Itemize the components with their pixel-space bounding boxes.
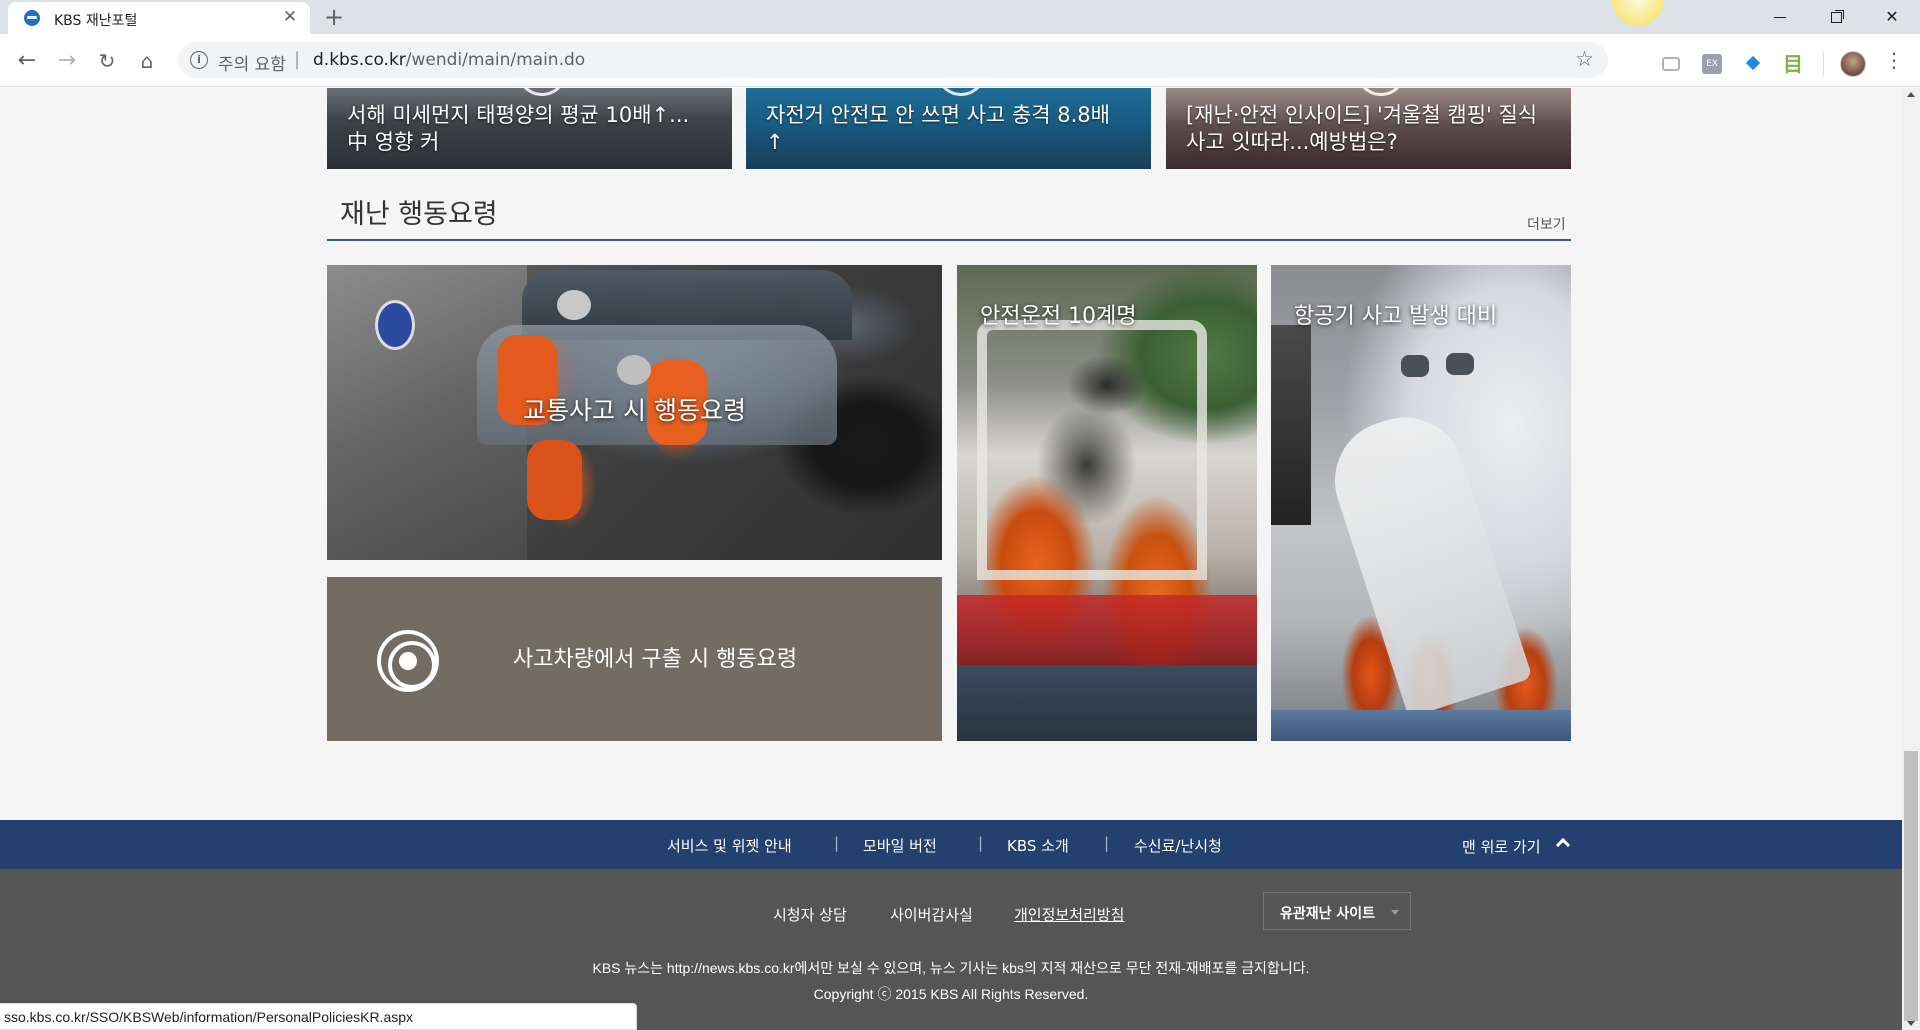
restore-button[interactable] bbox=[1808, 0, 1864, 34]
footer-link-about[interactable]: KBS 소개 bbox=[1007, 835, 1069, 856]
footer-nav: 서비스 및 위젯 안내 | 모바일 버전 | KBS 소개 | 수신료/난시청 … bbox=[0, 820, 1902, 869]
forward-icon[interactable]: → bbox=[52, 46, 82, 76]
tile-photo-water bbox=[1271, 710, 1571, 741]
footer-link-mobile[interactable]: 모바일 버전 bbox=[863, 835, 937, 856]
minimize-button[interactable] bbox=[1752, 0, 1808, 34]
tile-photo-helmet bbox=[617, 355, 651, 385]
tile-label: 항공기 사고 발생 대비 bbox=[1294, 304, 1498, 329]
toolbar-separator bbox=[1823, 52, 1824, 76]
kbs-favicon-icon bbox=[24, 10, 40, 26]
news-card[interactable]: 자전거 안전모 안 쓰면 사고 충격 8.8배 ↑ bbox=[746, 88, 1151, 169]
back-icon[interactable]: ← bbox=[12, 46, 42, 76]
section-divider bbox=[327, 239, 1571, 241]
footer-separator: | bbox=[834, 834, 840, 852]
tile-photo-ground bbox=[957, 665, 1257, 741]
url-text[interactable]: d.kbs.co.kr/wendi/main/main.do bbox=[313, 50, 585, 70]
link-status-bubble: sso.kbs.co.kr/SSO/KBSWeb/information/Per… bbox=[0, 1003, 637, 1030]
target-circle-icon bbox=[377, 630, 439, 692]
section-title: 재난 행동요령 bbox=[340, 199, 498, 230]
page-content: 서해 미세먼지 태평양의 평균 10배↑... 中 영향 커 자전거 안전모 안… bbox=[0, 88, 1902, 1030]
news-card[interactable]: [재난·안전 인사이드] '겨울철 캠핑' 질식사고 잇따라...예방법은? bbox=[1166, 88, 1571, 169]
news-card-title[interactable]: 자전거 안전모 안 쓰면 사고 충격 8.8배 ↑ bbox=[766, 102, 1133, 156]
extension-cast-icon[interactable] bbox=[1662, 57, 1680, 71]
scrollbar-thumb[interactable] bbox=[1904, 751, 1918, 1021]
browser-tab[interactable]: KBS 재난포털 ✕ bbox=[8, 2, 310, 34]
bookmark-star-icon[interactable]: ☆ bbox=[1575, 47, 1594, 71]
tile-vehicle-rescue[interactable]: 사고차량에서 구출 시 행동요령 bbox=[327, 577, 942, 741]
news-card-title[interactable]: [재난·안전 인사이드] '겨울철 캠핑' 질식사고 잇따라...예방법은? bbox=[1186, 102, 1553, 156]
tile-label: 안전운전 10계명 bbox=[980, 304, 1137, 329]
new-tab-button[interactable]: + bbox=[324, 3, 344, 31]
footer-link-audit[interactable]: 사이버감사실 bbox=[890, 904, 973, 925]
chevron-up-icon[interactable] bbox=[1555, 837, 1571, 853]
footer-separator: | bbox=[978, 834, 984, 852]
home-icon[interactable]: ⌂ bbox=[132, 46, 162, 76]
tile-label: 교통사고 시 행동요령 bbox=[523, 396, 746, 425]
footer-link-service[interactable]: 서비스 및 위젯 안내 bbox=[667, 835, 792, 856]
menu-icon[interactable]: ⋮ bbox=[1884, 48, 1904, 72]
tile-safe-driving[interactable]: 안전운전 10계명 bbox=[957, 265, 1257, 741]
tile-label: 사고차량에서 구출 시 행동요령 bbox=[513, 647, 798, 672]
chevron-down-icon bbox=[1391, 910, 1399, 915]
url-path: /wendi/main/main.do bbox=[405, 50, 586, 70]
tile-photo-bus bbox=[957, 595, 1257, 665]
news-card[interactable]: 서해 미세먼지 태평양의 평균 10배↑... 中 영향 커 bbox=[327, 88, 732, 169]
footer-link-privacy[interactable]: 개인정보처리방침 bbox=[1014, 904, 1124, 925]
reload-icon[interactable]: ↻ bbox=[92, 46, 122, 76]
tile-photo-sign bbox=[375, 300, 415, 350]
tile-photo-helmet bbox=[557, 290, 591, 320]
browser-toolbar: ← → ↻ ⌂ i 주의 요함 | d.kbs.co.kr/wendi/main… bbox=[0, 34, 1920, 87]
close-tab-icon[interactable]: ✕ bbox=[280, 7, 300, 27]
tile-photo-aircraft-window bbox=[1446, 353, 1474, 375]
omnibox-separator: | bbox=[294, 49, 301, 70]
page-scrollbar[interactable] bbox=[1902, 88, 1920, 1030]
news-card-title[interactable]: 서해 미세먼지 태평양의 평균 10배↑... 中 영향 커 bbox=[347, 102, 714, 156]
tile-photo-aircraft-window bbox=[1401, 355, 1429, 377]
related-sites-select[interactable]: 유관재난 사이트 bbox=[1263, 892, 1411, 930]
footer-separator: | bbox=[1104, 834, 1110, 852]
tile-photo-aircraft-door bbox=[1271, 325, 1311, 525]
tab-title: KBS 재난포털 bbox=[54, 13, 138, 29]
extension-ladder-icon[interactable]: 目 bbox=[1783, 54, 1803, 74]
extension-ex-icon[interactable]: EX bbox=[1702, 54, 1722, 74]
tile-aircraft-accident[interactable]: 항공기 사고 발생 대비 bbox=[1271, 265, 1571, 741]
status-url: sso.kbs.co.kr/SSO/KBSWeb/information/Per… bbox=[4, 1009, 414, 1025]
browser-tab-bar: KBS 재난포털 ✕ + ✕ bbox=[0, 0, 1920, 34]
address-bar[interactable]: i 주의 요함 | d.kbs.co.kr/wendi/main/main.do… bbox=[178, 42, 1608, 78]
related-sites-label: 유관재난 사이트 bbox=[1280, 906, 1376, 922]
footer-link-viewer[interactable]: 시청자 상담 bbox=[773, 904, 847, 925]
scroll-down-arrow-icon[interactable] bbox=[1907, 1021, 1915, 1026]
more-link[interactable]: 더보기 bbox=[1527, 214, 1566, 234]
sun-decoration bbox=[1612, 0, 1664, 26]
footer-link-fee[interactable]: 수신료/난시청 bbox=[1134, 835, 1222, 856]
close-window-button[interactable]: ✕ bbox=[1864, 0, 1920, 34]
tile-traffic-accident[interactable]: 교통사고 시 행동요령 bbox=[327, 265, 942, 560]
back-to-top-button[interactable]: 맨 위로 가기 bbox=[1462, 836, 1541, 857]
url-host: d.kbs.co.kr bbox=[313, 50, 406, 70]
tile-photo-evacuation-slide bbox=[1319, 402, 1533, 718]
security-warning[interactable]: 주의 요함 bbox=[218, 50, 286, 75]
tile-photo-rescuer bbox=[527, 440, 582, 520]
footer-notice: KBS 뉴스는 http://news.kbs.co.kr에서만 보실 수 있으… bbox=[592, 960, 1310, 976]
copyright: Copyright ⓒ 2015 KBS All Rights Reserved… bbox=[813, 986, 1089, 1002]
tile-photo-bus-frame bbox=[977, 320, 1207, 580]
info-icon[interactable]: i bbox=[190, 51, 208, 69]
scroll-up-arrow-icon[interactable] bbox=[1907, 92, 1915, 97]
profile-avatar[interactable] bbox=[1840, 51, 1866, 77]
extension-arrow-icon[interactable]: ⯁ bbox=[1743, 54, 1763, 74]
